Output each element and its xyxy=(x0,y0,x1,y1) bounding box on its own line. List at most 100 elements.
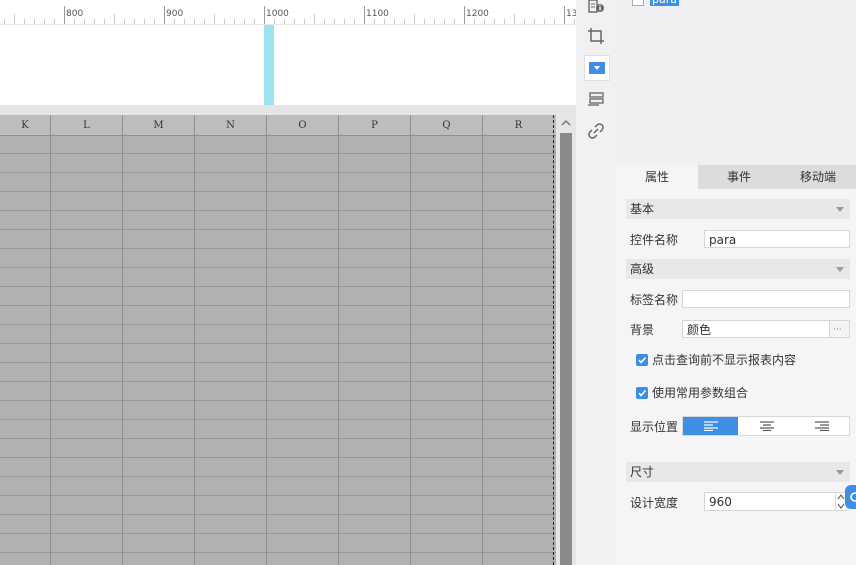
align-right-button[interactable] xyxy=(794,417,849,435)
ruler-label: 800 xyxy=(66,9,84,19)
crop-frame-icon[interactable] xyxy=(584,24,608,48)
ruler-label: 900 xyxy=(166,9,184,19)
parameter-canvas[interactable] xyxy=(0,25,576,105)
chevron-down-icon[interactable] xyxy=(836,267,844,272)
ruler-tick xyxy=(324,19,325,24)
ruler-tick xyxy=(334,19,335,24)
ruler-tick xyxy=(384,19,385,24)
section-basic[interactable]: 基本 xyxy=(626,199,850,219)
section-size[interactable]: 尺寸 xyxy=(626,462,850,482)
column-header-l[interactable]: L xyxy=(51,115,122,135)
ruler-label: 1200 xyxy=(466,9,489,19)
grid-row-line xyxy=(0,400,556,401)
column-header-r[interactable]: R xyxy=(483,115,554,135)
ruler-tick xyxy=(554,19,555,24)
ruler-tick xyxy=(234,19,235,24)
grid-row-line xyxy=(0,305,556,306)
ruler-tick xyxy=(24,19,25,24)
column-header-m[interactable]: M xyxy=(123,115,194,135)
side-handle-icon[interactable] xyxy=(845,485,856,509)
tab-properties[interactable]: 属性 xyxy=(616,165,698,189)
grid-row-line xyxy=(0,267,556,268)
background-label: 背景 xyxy=(630,323,655,337)
ruler-tick xyxy=(464,6,465,24)
layer-list-icon[interactable] xyxy=(584,88,608,112)
ruler-tick xyxy=(264,6,265,24)
grid-row-line xyxy=(0,381,556,382)
tab-events[interactable]: 事件 xyxy=(698,165,780,189)
ruler-tick xyxy=(124,19,125,24)
design-width-input[interactable]: 960 xyxy=(704,492,847,511)
use-param-combination-label: 使用常用参数组合 xyxy=(652,386,749,400)
ruler-tick xyxy=(134,19,135,24)
grid-row-line xyxy=(0,191,556,192)
tree-item-checkbox[interactable] xyxy=(632,0,644,6)
hide-before-query-checkbox[interactable] xyxy=(636,354,648,366)
event-info-icon[interactable] xyxy=(584,0,608,18)
ruler-tick xyxy=(274,19,275,24)
ruler-tick xyxy=(314,14,315,24)
ruler-tick xyxy=(184,19,185,24)
use-param-combination-checkbox[interactable] xyxy=(636,387,648,399)
grid-line xyxy=(122,115,123,565)
ruler-tick xyxy=(394,19,395,24)
align-left-button[interactable] xyxy=(683,417,738,435)
grid-line xyxy=(338,115,339,565)
align-right-icon xyxy=(814,421,829,431)
ruler-tick xyxy=(54,19,55,24)
grid-row-line xyxy=(0,210,556,211)
scroll-up-icon[interactable] xyxy=(560,119,572,129)
section-advanced[interactable]: 高级 xyxy=(626,259,850,279)
ruler-tick xyxy=(14,14,15,24)
background-input[interactable]: 颜色 xyxy=(682,320,830,338)
background-more-button[interactable]: ··· xyxy=(829,320,850,338)
grid-row-line xyxy=(0,438,556,439)
tree-item-para[interactable]: para xyxy=(650,0,679,6)
property-panel: para 属性 事件 移动端 基本 控件名称 para 高级 标签名称 背景 颜… xyxy=(616,0,856,565)
grid-row-line xyxy=(0,552,556,553)
grid-row-line xyxy=(0,476,556,477)
ruler-tick xyxy=(34,19,35,24)
grid-row-line xyxy=(0,286,556,287)
ruler-tick xyxy=(204,19,205,24)
alignment-group xyxy=(682,416,850,436)
link-icon[interactable] xyxy=(584,119,608,143)
column-header-k[interactable]: K xyxy=(0,115,50,135)
ruler-tick xyxy=(214,14,215,24)
grid-row-line xyxy=(0,153,556,154)
report-grid[interactable]: K L M N O P Q R xyxy=(0,115,556,565)
panel-tabs: 属性 事件 移动端 xyxy=(616,165,856,189)
column-header-q[interactable]: Q xyxy=(411,115,482,135)
chevron-down-icon[interactable] xyxy=(836,470,844,475)
ruler-tick xyxy=(304,19,305,24)
grid-row-line xyxy=(0,343,556,344)
align-left-icon xyxy=(703,421,718,431)
hide-before-query-label: 点击查询前不显示报表内容 xyxy=(652,353,797,367)
ruler-tick xyxy=(404,19,405,24)
ruler-tick xyxy=(424,19,425,24)
tag-name-input[interactable] xyxy=(682,290,850,308)
grid-row-line xyxy=(0,495,556,496)
ruler-tick xyxy=(414,14,415,24)
page-break-line xyxy=(553,115,554,565)
tab-mobile[interactable]: 移动端 xyxy=(780,165,856,189)
width-boundary-marker[interactable] xyxy=(264,25,274,105)
vertical-scrollbar[interactable] xyxy=(556,115,576,565)
grid-row-line xyxy=(0,229,556,230)
scrollbar-thumb[interactable] xyxy=(560,133,572,565)
ruler-tick xyxy=(94,19,95,24)
column-header-o[interactable]: O xyxy=(267,115,338,135)
dropdown-widget-icon[interactable] xyxy=(584,55,610,81)
align-center-button[interactable] xyxy=(739,417,794,435)
ruler-tick xyxy=(174,19,175,24)
section-basic-title: 基本 xyxy=(630,202,655,216)
chevron-down-icon[interactable] xyxy=(836,207,844,212)
ruler-tick xyxy=(344,19,345,24)
ruler-tick xyxy=(284,19,285,24)
column-header-p[interactable]: P xyxy=(339,115,410,135)
canvas-divider[interactable] xyxy=(0,105,576,115)
widget-name-input[interactable]: para xyxy=(704,230,850,248)
grid-row-line xyxy=(0,514,556,515)
ruler-tick xyxy=(544,19,545,24)
column-header-n[interactable]: N xyxy=(195,115,266,135)
